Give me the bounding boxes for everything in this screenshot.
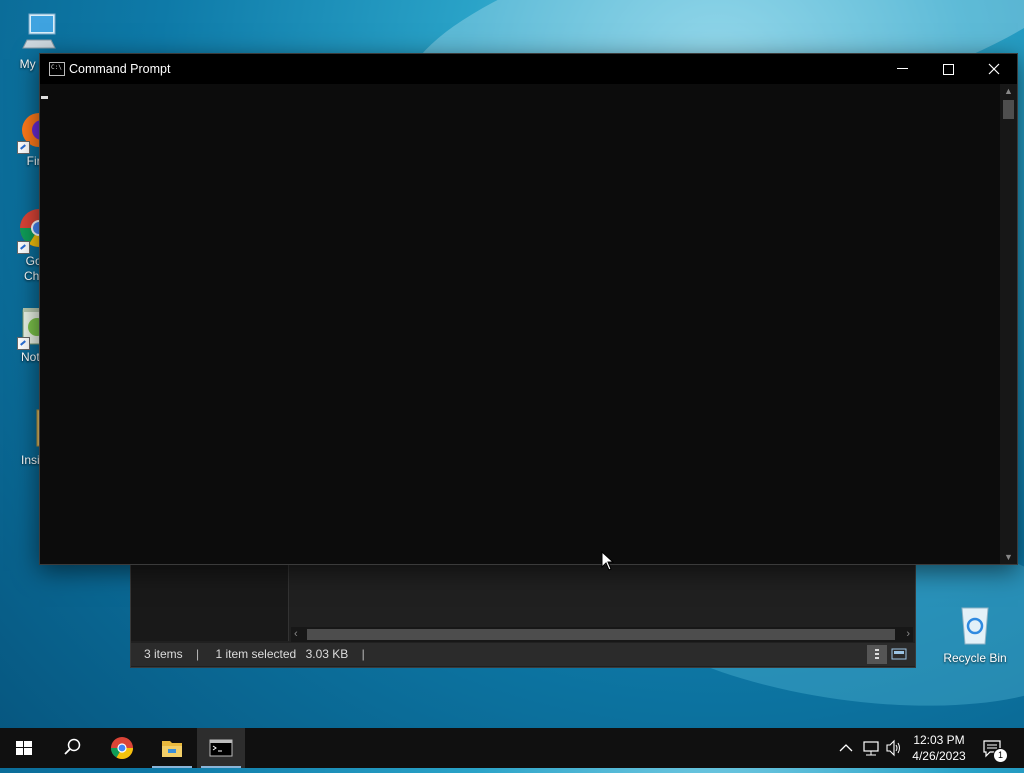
cmd-icon	[49, 62, 65, 76]
volume-icon	[886, 739, 900, 757]
recycle-bin-icon	[961, 607, 989, 645]
taskbar-command-prompt[interactable]	[197, 728, 245, 768]
clock-time: 12:03 PM	[913, 733, 965, 747]
network-button[interactable]	[860, 728, 882, 768]
status-item-count: 3 items	[144, 647, 183, 661]
large-icons-view-button[interactable]	[889, 645, 909, 664]
shortcut-arrow-icon	[17, 141, 30, 154]
taskbar-chrome[interactable]	[98, 728, 146, 768]
shortcut-arrow-icon	[17, 241, 30, 254]
taskbar: 12:03 PM 4/26/2023	[0, 728, 1024, 768]
navigation-pane[interactable]	[131, 563, 289, 641]
console-area[interactable]	[40, 84, 1000, 564]
window-titlebar[interactable]: Command Prompt	[40, 54, 1017, 84]
status-separator: |	[361, 647, 365, 661]
cmd-icon	[209, 739, 233, 757]
mouse-pointer-icon	[601, 551, 615, 571]
close-button[interactable]	[971, 54, 1017, 84]
command-prompt-window[interactable]: Command Prompt ▲ ▼	[39, 53, 1018, 565]
scroll-right-icon[interactable]: ›	[906, 627, 910, 642]
computer-icon	[22, 13, 56, 49]
scroll-left-icon[interactable]: ‹	[294, 627, 298, 642]
taskbar-clock[interactable]: 12:03 PM 4/26/2023	[904, 732, 974, 764]
file-explorer-window[interactable]: ‹ › 3 items | 1 item selected 3.03 KB |	[130, 562, 916, 668]
maximize-button[interactable]	[925, 54, 971, 84]
chevron-up-icon	[839, 744, 853, 752]
search-icon	[64, 738, 81, 755]
taskbar-file-explorer[interactable]	[148, 728, 196, 768]
status-selected: 1 item selected	[215, 647, 297, 661]
notification-count-badge: 1	[993, 748, 1008, 763]
vertical-scrollbar[interactable]: ▲ ▼	[1000, 84, 1017, 564]
shortcut-arrow-icon	[17, 337, 30, 350]
start-button[interactable]	[0, 728, 48, 768]
details-view-icon	[875, 649, 879, 659]
horizontal-scrollbar[interactable]: ‹ ›	[291, 627, 913, 642]
scrollbar-thumb[interactable]	[1003, 100, 1014, 119]
volume-button[interactable]	[884, 728, 904, 768]
close-icon	[988, 63, 1000, 75]
show-hidden-icons-button[interactable]	[836, 728, 856, 768]
search-button[interactable]	[48, 728, 96, 768]
windows-start-icon	[16, 741, 32, 755]
scrollbar-thumb[interactable]	[307, 629, 895, 640]
clock-date: 4/26/2023	[912, 749, 966, 763]
details-view-button[interactable]	[867, 645, 887, 664]
scroll-up-icon[interactable]: ▲	[1000, 86, 1017, 96]
folder-icon	[162, 741, 182, 757]
status-size: 3.03 KB	[305, 647, 349, 661]
scroll-down-icon[interactable]: ▼	[1000, 552, 1017, 562]
status-bar: 3 items | 1 item selected 3.03 KB |	[131, 643, 915, 666]
minimize-button[interactable]	[880, 54, 926, 84]
window-title: Command Prompt	[69, 62, 171, 76]
desktop-icon-recycle-bin[interactable]: Recycle Bin	[938, 602, 1012, 666]
minimize-icon	[897, 68, 908, 69]
status-separator: |	[196, 647, 200, 661]
chrome-icon	[111, 737, 133, 759]
text-cursor	[41, 96, 48, 99]
desktop-icon-label: Recycle Bin	[943, 651, 1007, 665]
maximize-icon	[943, 64, 954, 75]
large-icons-view-icon	[891, 648, 907, 660]
network-icon	[863, 741, 879, 756]
